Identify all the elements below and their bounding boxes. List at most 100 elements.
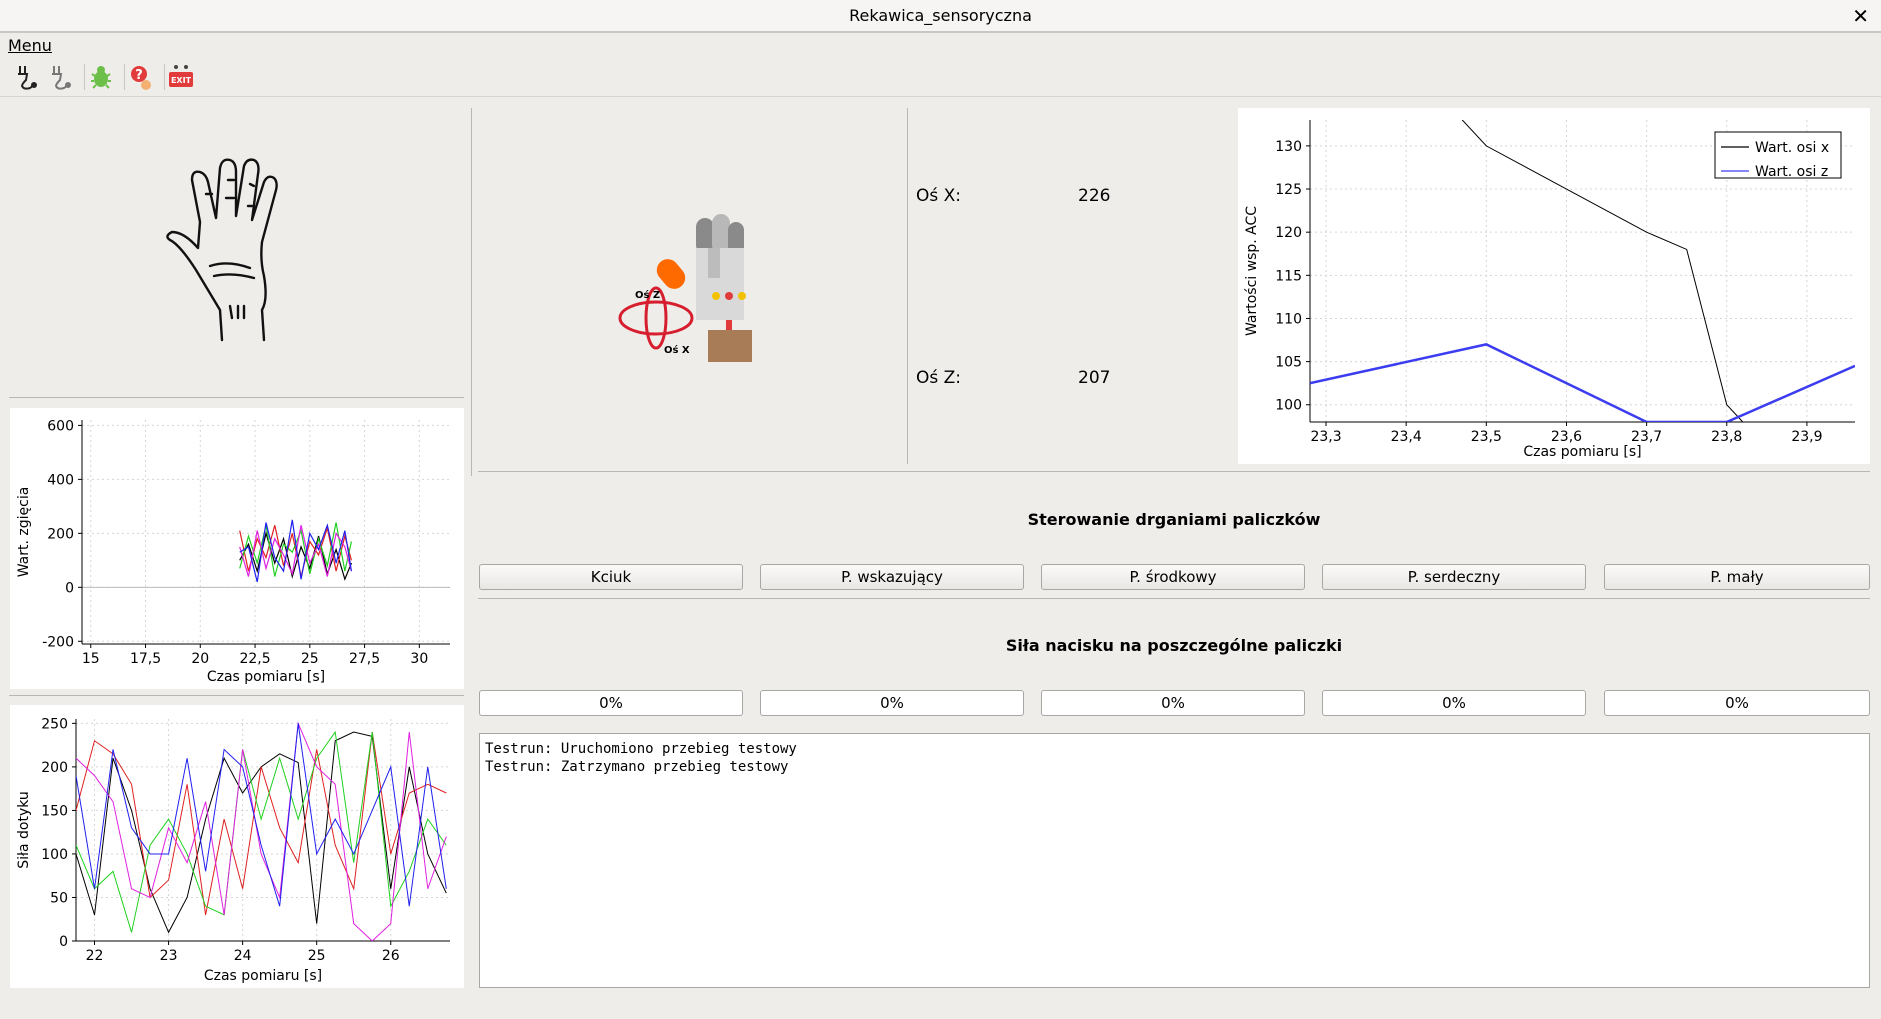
y-tick-label: 0 xyxy=(65,580,74,596)
section-divider xyxy=(478,471,1870,472)
left-divider xyxy=(9,397,464,398)
acc-chart: 23,3 23,4 23,5 23,6 23,7 23,8 23,9 100 105 110 115… xyxy=(1244,120,1855,460)
x-axis-title: Czas pomiaru [s] xyxy=(204,968,322,984)
y-tick-label: 150 xyxy=(41,803,68,819)
axis-z-value: 207 xyxy=(1078,368,1111,388)
x-tick-label: 23,7 xyxy=(1631,429,1662,445)
y-tick-label: 200 xyxy=(41,760,68,776)
x-tick-label: 23,5 xyxy=(1471,429,1502,445)
hand-outline-icon xyxy=(166,158,278,342)
x-tick-label: 27,5 xyxy=(349,651,380,667)
legend-label: Wart. osi x xyxy=(1755,140,1829,156)
toolbar-separator xyxy=(84,64,85,90)
y-tick-label: 600 xyxy=(47,418,74,434)
disconnect-button[interactable] xyxy=(46,62,76,92)
x-tick-label: 24 xyxy=(234,948,252,964)
y-axis-title: Wartości wsp. ACC xyxy=(1244,206,1260,336)
y-tick-label: -200 xyxy=(42,634,74,650)
x-tick-label: 22 xyxy=(86,948,104,964)
y-tick-label: 130 xyxy=(1275,139,1302,155)
vibrate-index-button[interactable]: P. wskazujący xyxy=(760,564,1024,590)
touch-chart-panel: 22 23 24 25 26 0 50 100 150 200 250 Czas pomiaru [s… xyxy=(10,705,464,988)
left-divider xyxy=(9,695,464,696)
x-tick-label: 23,4 xyxy=(1391,429,1422,445)
exit-button[interactable]: EXIT xyxy=(166,62,196,92)
help-icon: ? xyxy=(131,66,151,90)
connect-button[interactable] xyxy=(12,62,42,92)
title-bar: Rekawica_sensoryczna ✕ xyxy=(0,0,1881,33)
x-tick-label: 25 xyxy=(308,948,326,964)
y-tick-label: 200 xyxy=(47,526,74,542)
menu-bar: Menu xyxy=(0,33,1881,57)
bend-chart-panel: 15 17,5 20 22,5 25 27,5 30 -200 0 200 400 600 Czas p… xyxy=(10,408,464,689)
x-axis-title: Czas pomiaru [s] xyxy=(1523,444,1641,460)
column-divider xyxy=(907,108,908,464)
section-divider xyxy=(478,598,1870,599)
debug-button[interactable] xyxy=(86,62,116,92)
y-tick-label: 400 xyxy=(47,472,74,488)
pressure-bar-ring: 0% xyxy=(1322,690,1586,716)
toolbar-separator xyxy=(164,64,165,90)
vibrate-middle-button[interactable]: P. środkowy xyxy=(1041,564,1305,590)
svg-text:Oś Z: Oś Z xyxy=(635,289,660,301)
x-tick-label: 23,6 xyxy=(1551,429,1582,445)
y-tick-label: 50 xyxy=(50,890,68,906)
x-tick-label: 17,5 xyxy=(130,651,161,667)
toolbar: ? EXIT xyxy=(0,58,1881,97)
legend-label: Wart. osi z xyxy=(1755,164,1828,180)
y-axis-title: Siła dotyku xyxy=(16,791,32,869)
x-tick-label: 26 xyxy=(382,948,400,964)
svg-text:EXIT: EXIT xyxy=(171,76,192,85)
y-tick-label: 105 xyxy=(1275,355,1302,371)
x-axis-title: Czas pomiaru [s] xyxy=(207,669,325,685)
x-tick-label: 15 xyxy=(82,651,100,667)
y-tick-label: 100 xyxy=(41,847,68,863)
vibration-section-title: Sterowanie drganiami paliczków xyxy=(1027,510,1321,529)
x-tick-label: 20 xyxy=(191,651,209,667)
bug-debug-icon xyxy=(91,66,111,89)
plot-area xyxy=(239,519,353,583)
glove-orientation-image: Oś Z Oś X xyxy=(612,200,772,370)
bend-chart: 15 17,5 20 22,5 25 27,5 30 -200 0 200 400 600 Czas p… xyxy=(16,418,450,685)
x-tick-label: 23 xyxy=(160,948,178,964)
toolbar-separator xyxy=(124,64,125,90)
x-tick-label: 30 xyxy=(410,651,428,667)
svg-text:?: ? xyxy=(135,68,143,83)
connect-plug-icon xyxy=(18,66,37,90)
y-tick-label: 125 xyxy=(1275,182,1302,198)
close-button[interactable]: ✕ xyxy=(1852,4,1869,28)
column-divider xyxy=(471,108,472,476)
disconnect-plug-icon xyxy=(52,66,71,90)
exit-icon: EXIT xyxy=(169,65,193,87)
log-line: Testrun: Zatrzymano przebieg testowy xyxy=(485,759,789,775)
menu-item-main[interactable]: Menu xyxy=(8,36,52,55)
y-axis-title: Wart. zgięcia xyxy=(16,487,32,578)
y-tick-label: 110 xyxy=(1275,311,1302,327)
y-tick-label: 250 xyxy=(41,716,68,732)
log-output[interactable]: Testrun: Uruchomiono przebieg testowy Tes… xyxy=(479,733,1870,988)
pressure-bar-middle: 0% xyxy=(1041,690,1305,716)
pressure-section-title: Siła nacisku na poszczególne paliczki xyxy=(1005,636,1343,655)
y-tick-label: 0 xyxy=(59,934,68,950)
touch-chart: 22 23 24 25 26 0 50 100 150 200 250 Czas pomiaru [s… xyxy=(16,716,450,984)
x-tick-label: 23,9 xyxy=(1791,429,1822,445)
help-button[interactable]: ? xyxy=(126,62,156,92)
series-line xyxy=(76,730,447,933)
log-line: Testrun: Uruchomiono przebieg testowy xyxy=(485,741,797,757)
x-tick-label: 22,5 xyxy=(239,651,270,667)
axis-x-value: 226 xyxy=(1078,186,1111,206)
y-tick-label: 115 xyxy=(1275,268,1302,284)
pressure-bar-thumb: 0% xyxy=(479,690,743,716)
series-line xyxy=(1310,343,1855,422)
vibrate-ring-button[interactable]: P. serdeczny xyxy=(1322,564,1586,590)
x-tick-label: 25 xyxy=(301,651,319,667)
hand-image xyxy=(150,150,310,350)
y-tick-label: 100 xyxy=(1275,398,1302,414)
pressure-bar-index: 0% xyxy=(760,690,1024,716)
vibrate-little-button[interactable]: P. mały xyxy=(1604,564,1870,590)
axis-z-label: Oś Z: xyxy=(916,368,962,388)
pressure-bar-little: 0% xyxy=(1604,690,1870,716)
window-title: Rekawica_sensoryczna xyxy=(849,6,1032,25)
vibrate-thumb-button[interactable]: Kciuk xyxy=(479,564,743,590)
y-tick-label: 120 xyxy=(1275,225,1302,241)
